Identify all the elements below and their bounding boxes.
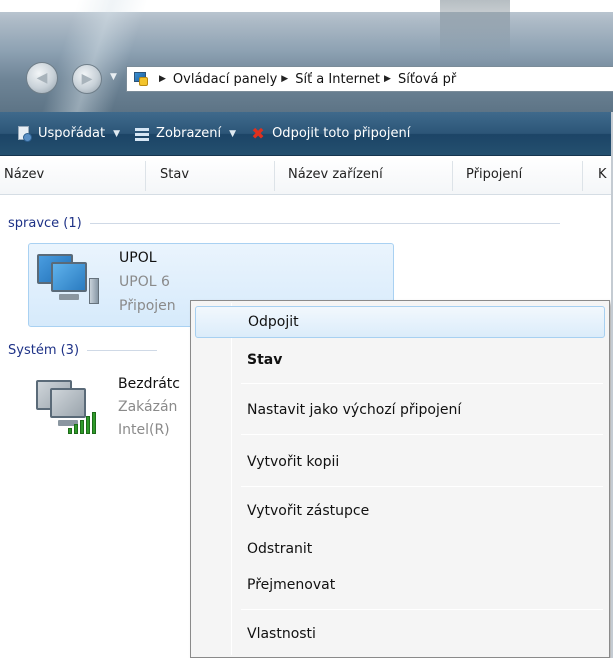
menu-separator: [241, 486, 603, 487]
menu-item-delete[interactable]: Odstranit: [195, 533, 605, 565]
breadcrumb-control-panel[interactable]: Ovládací panely: [173, 72, 277, 87]
connection-device: Intel(R): [118, 422, 170, 438]
disconnect-label: Odpojit toto připojení: [272, 126, 411, 141]
menu-item-set-as-default[interactable]: Nastavit jako výchozí připojení: [195, 394, 605, 426]
menu-separator: [241, 434, 603, 435]
column-header-status[interactable]: Stav: [160, 167, 189, 182]
organize-icon: [16, 125, 32, 142]
menu-item-properties[interactable]: Vlastnosti: [195, 618, 605, 650]
menu-item-disconnect[interactable]: Odpojit: [195, 306, 605, 338]
control-panel-icon: [133, 71, 149, 87]
column-header-network-category[interactable]: K: [598, 167, 607, 182]
chevron-down-icon: ▼: [229, 128, 237, 139]
breadcrumb-separator-icon[interactable]: ▶: [384, 74, 391, 84]
connection-status: Zakázán: [118, 399, 178, 415]
column-divider[interactable]: [582, 161, 583, 191]
chevron-down-icon: ▼: [113, 128, 121, 139]
column-divider[interactable]: [145, 161, 146, 191]
command-toolbar: Uspořádat ▼ Zobrazení ▼ ✖ Odpojit toto p…: [0, 112, 613, 156]
organize-button[interactable]: Uspořádat ▼: [16, 125, 121, 142]
menu-item-create-copy[interactable]: Vytvořit kopii: [195, 446, 605, 478]
aero-glass-streak: [41, 0, 149, 112]
back-button[interactable]: ◀: [26, 62, 58, 94]
network-connection-icon: [31, 250, 99, 314]
group-header-label: spravce (1): [8, 216, 82, 231]
breadcrumb-network-connections[interactable]: Síťová př: [398, 72, 456, 87]
menu-item-status[interactable]: Stav: [195, 344, 605, 376]
forward-arrow-icon: ▶: [81, 71, 93, 87]
breadcrumb-network-internet[interactable]: Síť a Internet: [295, 72, 380, 87]
views-label: Zobrazení: [156, 126, 222, 141]
recent-pages-dropdown-icon[interactable]: ▼: [110, 72, 117, 82]
connection-network: UPOL 6: [119, 274, 170, 290]
forward-button[interactable]: ▶: [72, 64, 102, 94]
views-button[interactable]: Zobrazení ▼: [134, 126, 236, 142]
back-arrow-icon: ◀: [36, 70, 48, 86]
aero-glass-shade: [440, 0, 510, 60]
address-bar[interactable]: ▶ Ovládací panely ▶ Síť a Internet ▶ Síť…: [126, 66, 613, 92]
connection-item-wireless[interactable]: Bezdrátc Zakázán Intel(R): [28, 372, 198, 456]
column-divider[interactable]: [452, 161, 453, 191]
signal-strength-icon: [68, 412, 98, 434]
wireless-connection-icon: [30, 376, 96, 440]
menu-separator: [241, 609, 603, 610]
context-menu: Odpojit Stav Nastavit jako výchozí připo…: [190, 300, 610, 658]
breadcrumb-separator-icon[interactable]: ▶: [281, 74, 288, 84]
group-header-system[interactable]: Systém (3): [8, 343, 158, 358]
connection-name: Bezdrátc: [118, 376, 180, 392]
window-title-bar: ◀ ▶ ▼ ▶ Ovládací panely ▶ Síť a Internet…: [0, 0, 613, 112]
group-divider: [89, 223, 560, 224]
column-header-name[interactable]: Název: [4, 167, 44, 182]
organize-label: Uspořádat: [38, 126, 106, 141]
menu-item-rename[interactable]: Přejmenovat: [195, 569, 605, 601]
group-header-label: Systém (3): [8, 343, 80, 358]
views-icon: [134, 126, 150, 142]
connection-status: Připojen: [119, 298, 176, 314]
menu-item-create-shortcut[interactable]: Vytvořit zástupce: [195, 495, 605, 527]
disconnect-connection-button[interactable]: ✖ Odpojit toto připojení: [250, 123, 411, 143]
column-headers: Název Stav Název zařízení Připojení K: [0, 157, 613, 195]
red-x-icon: ✖: [251, 123, 265, 143]
column-divider[interactable]: [274, 161, 275, 191]
column-header-connectivity[interactable]: Připojení: [466, 167, 522, 182]
group-divider: [87, 350, 158, 351]
menu-separator: [241, 383, 603, 384]
group-header-spravce[interactable]: spravce (1): [8, 216, 560, 231]
column-header-device-name[interactable]: Název zařízení: [288, 167, 383, 182]
breadcrumb-separator-icon[interactable]: ▶: [159, 74, 166, 84]
connection-name: UPOL: [119, 250, 157, 266]
